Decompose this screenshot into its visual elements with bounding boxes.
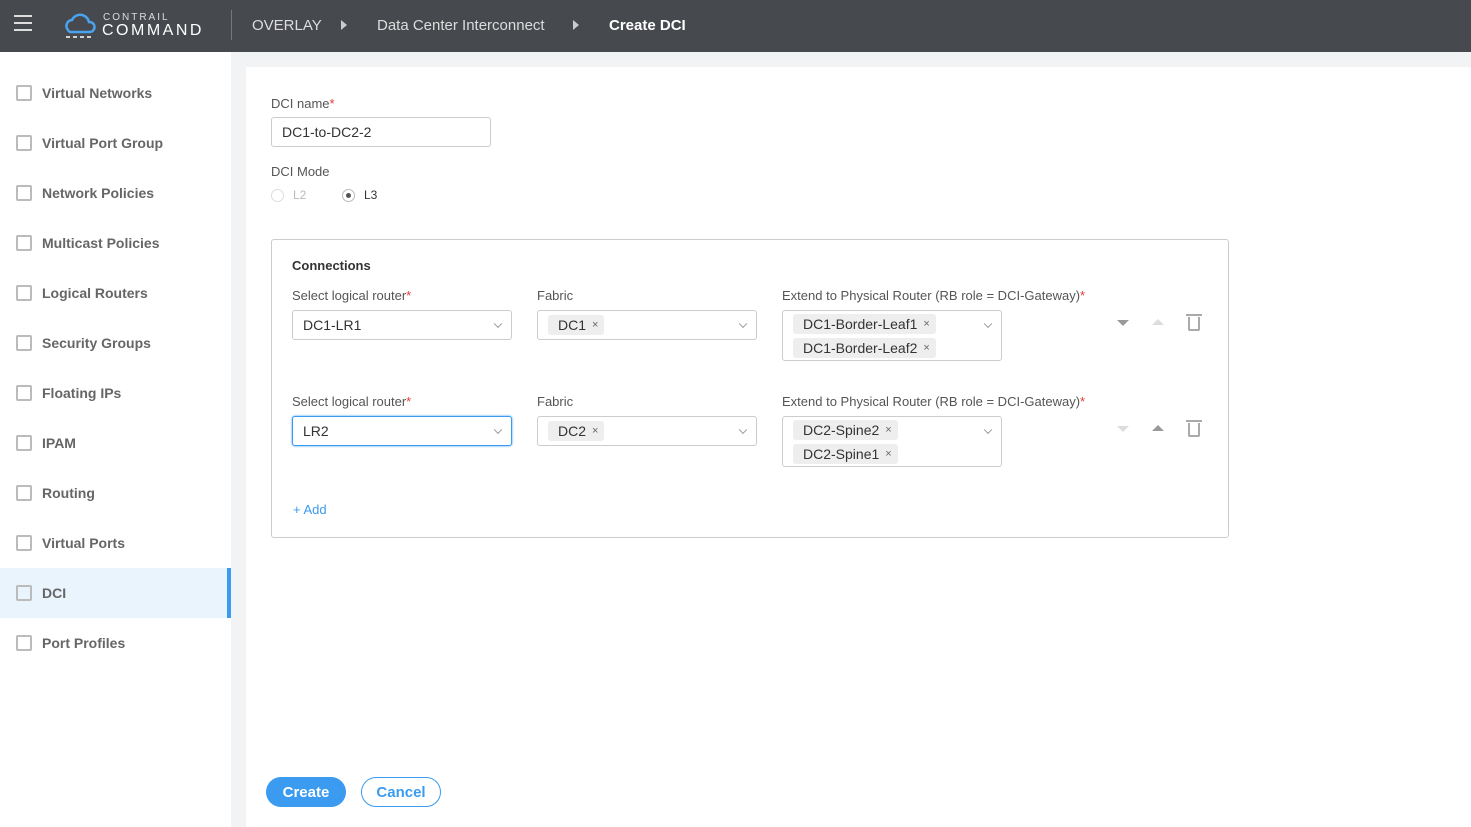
remove-tag-icon[interactable]: × xyxy=(885,424,891,436)
sidebar-item-label: Multicast Policies xyxy=(42,235,160,251)
connections-title: Connections xyxy=(292,258,371,273)
profile-icon xyxy=(16,635,32,651)
logical-router-label: Select logical router* xyxy=(292,394,412,409)
dci-name-input[interactable]: DC1-to-DC2-2 xyxy=(271,117,491,147)
dci-mode-label: DCI Mode xyxy=(271,164,330,179)
sidebar-item-network-policies[interactable]: Network Policies xyxy=(0,168,231,218)
fabric-label: Fabric xyxy=(537,394,574,409)
sidebar-item-label: Floating IPs xyxy=(42,385,122,401)
delete-icon[interactable] xyxy=(1186,314,1202,331)
top-header: CONTRAIL COMMAND OVERLAY Data Center Int… xyxy=(0,0,1471,52)
remove-tag-icon[interactable]: × xyxy=(923,318,929,330)
menu-icon[interactable] xyxy=(14,15,32,33)
sidebar-item-label: Port Profiles xyxy=(42,635,126,651)
port-group-icon xyxy=(16,135,32,151)
sidebar-item-label: DCI xyxy=(42,585,67,601)
physical-router-select[interactable]: DC1-Border-Leaf1 × DC1-Border-Leaf2 × xyxy=(782,310,1002,361)
breadcrumb-arrow-icon xyxy=(573,20,579,30)
physical-router-tag: DC1-Border-Leaf2 × xyxy=(793,337,936,358)
fabric-tag: DC1 × xyxy=(548,315,605,335)
physical-router-tag: DC2-Spine1 × xyxy=(793,443,898,464)
logical-router-label: Select logical router* xyxy=(292,288,412,303)
chevron-down-icon xyxy=(493,319,503,329)
remove-tag-icon[interactable]: × xyxy=(592,319,598,331)
sidebar-item-label: Virtual Ports xyxy=(42,535,125,551)
sidebar-item-dci[interactable]: DCI xyxy=(0,568,231,618)
create-button[interactable]: Create xyxy=(266,777,346,807)
sidebar-item-virtual-ports[interactable]: Virtual Ports xyxy=(0,518,231,568)
router-icon xyxy=(16,285,32,301)
mode-l2-radio[interactable]: L2 xyxy=(271,188,306,202)
cloud-logo-icon xyxy=(65,13,96,38)
physical-router-select[interactable]: DC2-Spine2 × DC2-Spine1 × xyxy=(782,416,1002,467)
move-up-icon[interactable] xyxy=(1152,319,1164,325)
logo[interactable]: CONTRAIL COMMAND xyxy=(62,10,212,42)
breadcrumb-dci[interactable]: Data Center Interconnect xyxy=(377,17,545,34)
divider xyxy=(231,10,232,40)
floating-ip-icon xyxy=(16,385,32,401)
cancel-button[interactable]: Cancel xyxy=(361,777,441,807)
sidebar-item-routing[interactable]: Routing xyxy=(0,468,231,518)
fabric-select[interactable]: DC2 × xyxy=(537,416,757,446)
create-dci-form: DCI name* DC1-to-DC2-2 DCI Mode L2 L3 Co… xyxy=(246,67,1471,827)
virtual-networks-icon xyxy=(16,85,32,101)
connections-panel: Connections + Add Select logical router*… xyxy=(271,239,1229,538)
chevron-down-icon xyxy=(738,425,748,435)
move-up-icon[interactable] xyxy=(1152,425,1164,431)
sidebar-item-ipam[interactable]: IPAM xyxy=(0,418,231,468)
breadcrumb-overlay[interactable]: OVERLAY xyxy=(252,17,322,34)
sidebar-item-virtual-networks[interactable]: Virtual Networks xyxy=(0,68,231,118)
chevron-down-icon xyxy=(983,319,993,329)
physical-router-label: Extend to Physical Router (RB role = DCI… xyxy=(782,394,1086,409)
sidebar-item-label: Routing xyxy=(42,485,95,501)
remove-tag-icon[interactable]: × xyxy=(592,425,598,437)
routing-icon xyxy=(16,485,32,501)
ipam-icon xyxy=(16,435,32,451)
sidebar-item-port-profiles[interactable]: Port Profiles xyxy=(0,618,231,668)
fabric-select[interactable]: DC1 × xyxy=(537,310,757,340)
dci-name-label: DCI name* xyxy=(271,96,335,111)
security-icon xyxy=(16,335,32,351)
sidebar-item-label: IPAM xyxy=(42,435,76,451)
sidebar-item-security-groups[interactable]: Security Groups xyxy=(0,318,231,368)
chevron-down-icon xyxy=(983,425,993,435)
remove-tag-icon[interactable]: × xyxy=(885,448,891,460)
sidebar-item-logical-routers[interactable]: Logical Routers xyxy=(0,268,231,318)
sidebar-item-label: Security Groups xyxy=(42,335,151,351)
move-down-icon[interactable] xyxy=(1117,426,1129,432)
sidebar-item-multicast-policies[interactable]: Multicast Policies xyxy=(0,218,231,268)
breadcrumb-current: Create DCI xyxy=(609,17,686,34)
physical-router-tag: DC2-Spine2 × xyxy=(793,419,898,440)
logical-router-select[interactable]: DC1-LR1 xyxy=(292,310,512,340)
sidebar-item-label: Network Policies xyxy=(42,185,155,201)
physical-router-tag: DC1-Border-Leaf1 × xyxy=(793,313,936,334)
move-down-icon[interactable] xyxy=(1117,320,1129,326)
chevron-down-icon xyxy=(493,425,503,435)
sidebar-item-virtual-port-group[interactable]: Virtual Port Group xyxy=(0,118,231,168)
fabric-tag: DC2 × xyxy=(548,421,605,441)
mode-l3-radio[interactable]: L3 xyxy=(342,188,377,202)
add-connection-button[interactable]: + Add xyxy=(293,502,327,517)
sidebar-item-label: Virtual Networks xyxy=(42,85,153,101)
sidebar-item-label: Logical Routers xyxy=(42,285,148,301)
port-icon xyxy=(16,535,32,551)
breadcrumb-arrow-icon xyxy=(341,20,347,30)
sidebar-item-label: Virtual Port Group xyxy=(42,135,164,151)
multicast-icon xyxy=(16,235,32,251)
policy-icon xyxy=(16,185,32,201)
dci-icon xyxy=(16,585,32,601)
physical-router-label: Extend to Physical Router (RB role = DCI… xyxy=(782,288,1086,303)
sidebar-item-floating-ips[interactable]: Floating IPs xyxy=(0,368,231,418)
logical-router-select[interactable]: LR2 xyxy=(292,416,512,446)
sidebar: Virtual Networks Virtual Port Group Networ… xyxy=(0,52,231,827)
delete-icon[interactable] xyxy=(1186,420,1202,437)
remove-tag-icon[interactable]: × xyxy=(923,342,929,354)
chevron-down-icon xyxy=(738,319,748,329)
fabric-label: Fabric xyxy=(537,288,574,303)
